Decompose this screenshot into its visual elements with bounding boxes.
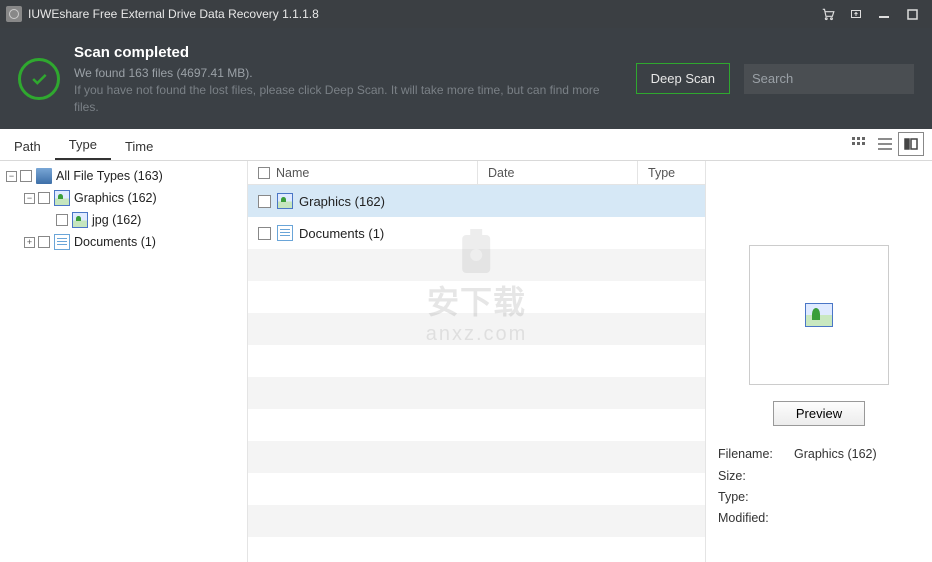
checkbox[interactable] — [20, 170, 32, 182]
list-row — [248, 505, 705, 537]
file-metadata: Filename:Graphics (162) Size: Type: Modi… — [718, 444, 920, 529]
status-line2: If you have not found the lost files, pl… — [74, 82, 622, 116]
checkbox[interactable] — [56, 214, 68, 226]
collapse-icon[interactable]: − — [6, 171, 17, 182]
preview-thumbnail — [749, 245, 889, 385]
drive-icon — [36, 168, 52, 184]
view-grid-icon[interactable] — [846, 132, 872, 156]
export-icon[interactable] — [842, 4, 870, 24]
search-input[interactable] — [752, 71, 928, 86]
minimize-button[interactable] — [870, 4, 898, 24]
list-body: Graphics (162) Documents (1) — [248, 185, 705, 562]
image-icon — [54, 190, 70, 206]
meta-key: Type: — [718, 487, 794, 508]
collapse-icon[interactable]: − — [24, 193, 35, 204]
view-list-icon[interactable] — [872, 132, 898, 156]
cart-icon[interactable] — [814, 4, 842, 24]
app-icon — [6, 6, 22, 22]
tree-graphics[interactable]: − Graphics (162) — [2, 187, 245, 209]
list-row — [248, 377, 705, 409]
search-box[interactable] — [744, 64, 914, 94]
row-label: Graphics (162) — [299, 194, 385, 209]
check-icon — [18, 58, 60, 100]
image-icon — [72, 212, 88, 228]
tab-path[interactable]: Path — [0, 133, 55, 160]
tab-time[interactable]: Time — [111, 133, 167, 160]
status-text: Scan completed We found 163 files (4697.… — [74, 42, 622, 115]
image-icon — [277, 193, 293, 209]
preview-pane: Preview Filename:Graphics (162) Size: Ty… — [706, 161, 932, 562]
file-list: Name Date Type Graphics (162) Documents … — [248, 161, 706, 562]
maximize-button[interactable] — [898, 4, 926, 24]
status-heading: Scan completed — [74, 42, 622, 63]
title-bar: IUWEshare Free External Drive Data Recov… — [0, 0, 932, 28]
file-tree: − All File Types (163) − Graphics (162) … — [0, 161, 248, 562]
view-detail-icon[interactable] — [898, 132, 924, 156]
tree-label: All File Types (163) — [56, 169, 163, 183]
document-icon — [277, 225, 293, 241]
deep-scan-button[interactable]: Deep Scan — [636, 63, 730, 94]
list-row — [248, 345, 705, 377]
list-row — [248, 313, 705, 345]
list-row — [248, 473, 705, 505]
checkbox[interactable] — [258, 167, 270, 179]
tree-documents[interactable]: + Documents (1) — [2, 231, 245, 253]
tree-label: jpg (162) — [92, 213, 141, 227]
list-row — [248, 441, 705, 473]
checkbox[interactable] — [38, 236, 50, 248]
status-bar: Scan completed We found 163 files (4697.… — [0, 28, 932, 129]
row-label: Documents (1) — [299, 226, 384, 241]
tree-label: Documents (1) — [74, 235, 156, 249]
list-row — [248, 249, 705, 281]
list-header: Name Date Type — [248, 161, 705, 185]
list-row[interactable]: Documents (1) — [248, 217, 705, 249]
col-type[interactable]: Type — [638, 161, 705, 184]
list-row[interactable]: Graphics (162) — [248, 185, 705, 217]
image-icon — [805, 303, 833, 327]
meta-key: Size: — [718, 466, 794, 487]
list-row — [248, 537, 705, 562]
tab-type[interactable]: Type — [55, 131, 111, 160]
col-name[interactable]: Name — [248, 161, 478, 184]
status-line1: We found 163 files (4697.41 MB). — [74, 65, 622, 82]
checkbox[interactable] — [258, 195, 271, 208]
meta-key: Modified: — [718, 508, 794, 529]
tree-jpg[interactable]: jpg (162) — [2, 209, 245, 231]
list-row — [248, 281, 705, 313]
checkbox[interactable] — [258, 227, 271, 240]
main-area: − All File Types (163) − Graphics (162) … — [0, 161, 932, 562]
document-icon — [54, 234, 70, 250]
tree-label: Graphics (162) — [74, 191, 157, 205]
filter-bar: Path Type Time — [0, 129, 932, 161]
expand-icon[interactable]: + — [24, 237, 35, 248]
meta-value: Graphics (162) — [794, 444, 920, 465]
list-row — [248, 409, 705, 441]
col-date[interactable]: Date — [478, 161, 638, 184]
app-title: IUWEshare Free External Drive Data Recov… — [28, 7, 814, 21]
tree-root[interactable]: − All File Types (163) — [2, 165, 245, 187]
meta-key: Filename: — [718, 444, 794, 465]
preview-button[interactable]: Preview — [773, 401, 865, 426]
checkbox[interactable] — [38, 192, 50, 204]
